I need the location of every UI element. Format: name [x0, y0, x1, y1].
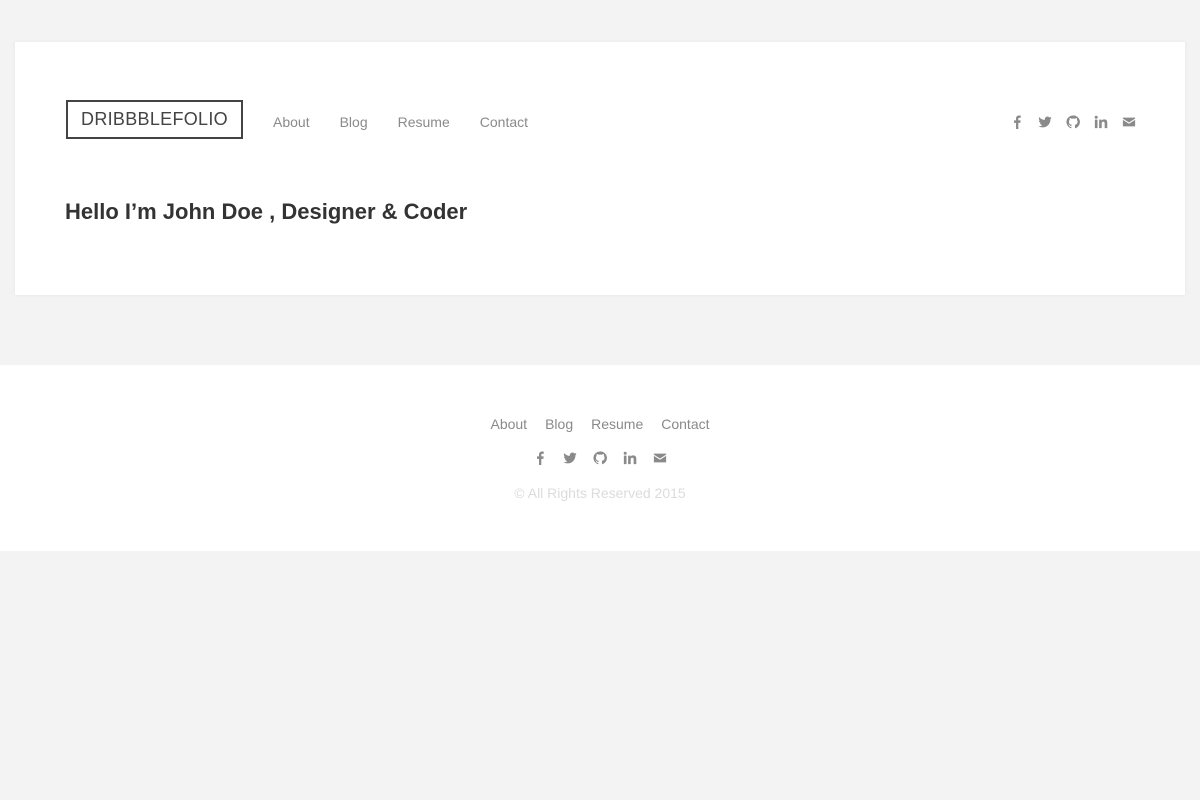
footer-social-links: [0, 450, 1200, 466]
facebook-icon[interactable]: [1009, 114, 1025, 130]
nav-link-contact[interactable]: Contact: [480, 114, 528, 130]
footer: About Blog Resume Contact © All Rights R…: [0, 365, 1200, 551]
github-icon[interactable]: [592, 450, 608, 466]
footer-nav: About Blog Resume Contact: [0, 416, 1200, 432]
linkedin-icon[interactable]: [622, 450, 638, 466]
nav-link-resume[interactable]: Resume: [398, 114, 450, 130]
envelope-icon[interactable]: [652, 450, 668, 466]
header-nav: About Blog Resume Contact: [273, 114, 528, 130]
envelope-icon[interactable]: [1121, 114, 1137, 130]
linkedin-icon[interactable]: [1093, 114, 1109, 130]
facebook-icon[interactable]: [532, 450, 548, 466]
nav-link-about[interactable]: About: [273, 114, 310, 130]
github-icon[interactable]: [1065, 114, 1081, 130]
footer-link-resume[interactable]: Resume: [591, 416, 643, 432]
nav-link-blog[interactable]: Blog: [340, 114, 368, 130]
footer-link-blog[interactable]: Blog: [545, 416, 573, 432]
copyright-text: © All Rights Reserved 2015: [514, 485, 686, 501]
footer-link-about[interactable]: About: [490, 416, 527, 432]
hero-tagline: Hello I’m John Doe , Designer & Coder: [65, 199, 468, 224]
logo-link[interactable]: DRIBBBLEFOLIO: [66, 100, 243, 139]
header-card: DRIBBBLEFOLIO About Blog Resume Contact …: [15, 42, 1185, 295]
header-social-links: [1009, 114, 1137, 130]
twitter-icon[interactable]: [1037, 114, 1053, 130]
twitter-icon[interactable]: [562, 450, 578, 466]
footer-link-contact[interactable]: Contact: [661, 416, 709, 432]
